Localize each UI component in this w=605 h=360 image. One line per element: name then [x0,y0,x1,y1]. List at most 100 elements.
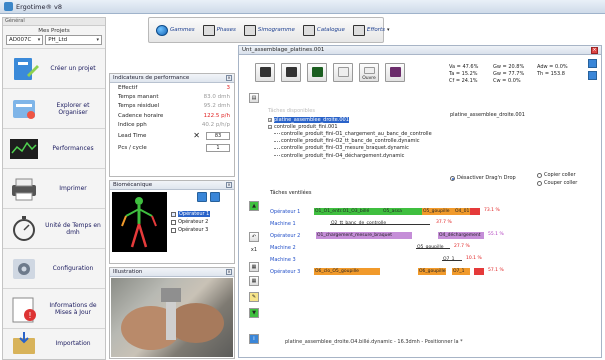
illustration-panel: Illustration × [109,267,235,359]
performance-panel-title: Indicateurs de performance [113,75,190,81]
biomecanique-panel: Biomécanique × Opérateur 1 Opérateur 2 O… [109,180,235,264]
gantt-bar[interactable]: O2_tt_banc_de_controlle [330,220,430,225]
gantt-row-machine-2: Machine 2 O5_goupille 27.7 % [270,244,590,252]
toolbar-phases[interactable]: Phases [200,21,239,39]
gantt-bar[interactable]: O6_clo_O5_goupille [314,268,380,275]
project-select[interactable]: AD007C ▾ [6,35,44,45]
arrow-down-button[interactable]: ▼ [249,308,259,318]
svg-text:!: ! [28,311,31,320]
edit-icon[interactable] [588,71,597,80]
perf-label: Temps manant [118,94,159,101]
chevron-down-icon: ▾ [37,37,41,43]
doc-side-button[interactable]: ▤ [249,93,259,103]
info-button[interactable]: i [249,334,259,344]
gantt-percent: 55.1 % [488,232,504,237]
sidebar-item-explore[interactable]: Explorer et Organiser [3,88,105,128]
right-tools [588,59,597,80]
tree-node[interactable]: controlle_produit_fini-O3_mesure_braquet… [268,145,444,152]
operator-1-checkbox[interactable]: Opérateur 1 [171,210,211,218]
ticket-button[interactable] [255,63,275,82]
lead-time-input[interactable]: 83 [206,131,230,140]
stat-value: Cf = 24.1% [449,78,478,84]
gantt-bar[interactable]: O1_chargement_mesure_braquet [316,232,412,239]
close-icon[interactable]: ✕ [193,131,200,140]
film-button[interactable] [385,63,405,82]
tree-node[interactable]: + platine_assemblee_droite.001 [268,116,444,123]
open-button[interactable]: Ouvre [359,63,379,82]
gantt-bar[interactable]: O5_goupille [416,244,450,249]
copy-option[interactable]: Copier coller [537,172,576,178]
sidebar-item-create-project[interactable]: Créer un projet [3,48,105,88]
refresh-icon[interactable] [210,192,220,202]
tree-node[interactable]: controlle_produit_fini-O2_tt_banc_de_con… [268,138,444,145]
gantt-bar[interactable] [474,268,484,275]
pencil-button[interactable]: ✎ [249,292,259,302]
catalogue-icon [302,24,315,36]
tags-button[interactable] [281,63,301,82]
tree-connector [274,133,280,135]
tree-node[interactable]: − controlle_produit_fini.001 [268,123,444,130]
monitor-button[interactable] [307,63,327,82]
stat-value: Va = 47.6% [449,64,479,70]
pin-icon[interactable]: × [226,182,232,188]
pencil-icon: ✎ [251,294,257,300]
gantt-bar[interactable]: O5_goupille [422,208,454,215]
refresh-icon[interactable] [588,59,597,68]
sidebar-item-performances[interactable]: Performances [3,128,105,168]
main-window: Unt_assemblage_platines.001 × Ouvre Va =… [238,45,602,358]
sidebar-item-configuration[interactable]: Configuration [3,248,105,288]
gantt-bar[interactable]: O1_O1_entr.O1_O3_billé [314,208,382,215]
explore-icon [7,95,41,123]
phases-icon [202,24,215,36]
stat-value: Adw = 0.0% [537,64,568,70]
tree-node-label: controlle_produit_fini-O2_tt_banc_de_con… [281,138,420,145]
close-icon[interactable]: × [591,47,598,54]
tree-hint: Tâches disponibles [268,108,315,114]
expand-icon[interactable]: + [268,117,272,122]
stat-value: Gw = 77.7% [493,71,525,77]
gantt-row-label: Opérateur 1 [270,209,301,215]
pcs-input[interactable]: 1 [206,143,230,152]
gantt-bar[interactable]: O4_01 [454,208,470,215]
gantt-bar[interactable] [470,208,480,215]
gantt-bar[interactable]: O7_1 [442,256,462,261]
tree-node-label: controlle_produit_fini-O3_mesure_braquet… [281,145,409,152]
grid-button-2[interactable]: ▦ [249,276,259,286]
grid-button-1[interactable]: ▦ [249,262,259,272]
lead-time-row: Lead Time ✕ 83 [110,130,234,142]
gantt-bar[interactable]: O4_déchargement [438,232,484,239]
toolbar-efforts[interactable]: Efforts ▾ [350,21,393,39]
toolbar-catalogue[interactable]: Catalogue [300,21,348,39]
pin-icon[interactable]: × [226,75,232,81]
toolbar-simogramme[interactable]: Simogramme [241,21,298,39]
gantt-bar[interactable]: O6_goupille [418,268,446,275]
tree-node[interactable]: controlle_produit_fini-O4_déchargement.d… [268,152,444,159]
operator-3-checkbox[interactable]: Opérateur 3 [171,226,210,234]
gantt-row-label: Machine 2 [270,245,296,251]
x1-label[interactable]: x1 [249,246,259,256]
illustration-panel-header: Illustration × [110,268,234,277]
stat-value: Cw = 0.0% [493,78,521,84]
toolbar-gammes[interactable]: Gammes [153,21,198,39]
collapse-icon[interactable]: − [268,124,272,129]
main-toolbar: Gammes Phases Simogramme Catalogue Effor… [148,17,389,43]
undo-button[interactable]: ↶ [249,232,259,242]
operator-2-checkbox[interactable]: Opérateur 2 [171,218,210,226]
toolbar-simogramme-label: Simogramme [257,27,295,33]
import-icon [7,330,41,358]
sidebar-item-update-info[interactable]: ! Informations de Mises à Jour [3,288,105,328]
arrow-up-button[interactable]: ▲ [249,201,259,211]
drag-drop-option[interactable]: Désactiver Drag'n Drop [450,175,516,181]
tree-node[interactable]: controlle_produit_fini-O1_chargement_au_… [268,130,444,137]
gantt-bar[interactable]: O7_1 [452,268,470,275]
pin-icon[interactable]: × [226,269,232,275]
gantt-bar[interactable]: O5_assa [382,208,422,215]
perf-row: Temps résiduel 95.2 dmh [110,102,234,111]
check-icon[interactable] [197,192,207,202]
product-select[interactable]: PH_Ltd ▾ [45,35,102,45]
cut-option[interactable]: Couper coller [537,180,577,186]
pin-task-button[interactable] [333,63,353,82]
sidebar-item-time-unit[interactable]: Unité de Temps en dmh [3,208,105,248]
sidebar-item-import[interactable]: Importation [3,328,105,358]
sidebar-item-print[interactable]: Imprimer [3,168,105,208]
